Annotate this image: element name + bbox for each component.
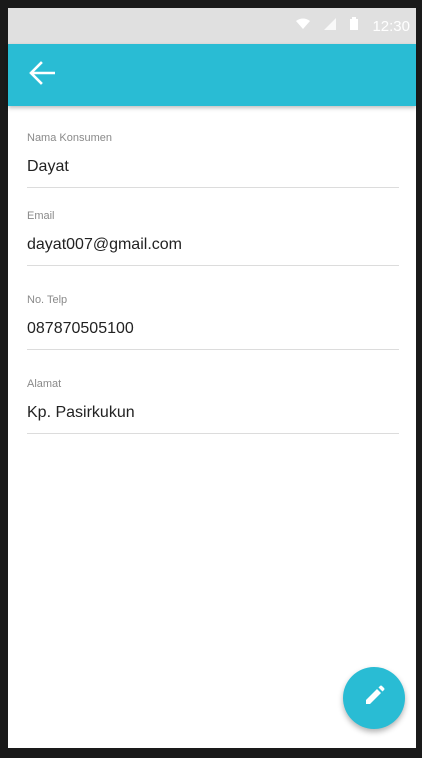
field-value[interactable]: Kp. Pasirkukun — [27, 403, 399, 433]
signal-icon — [324, 17, 337, 35]
device-frame-bottom — [0, 748, 422, 758]
device-frame-right — [416, 0, 422, 758]
field-label: Alamat — [27, 378, 62, 390]
field-value[interactable]: Dayat — [27, 157, 399, 187]
arrow-left-icon — [29, 60, 56, 90]
device-frame-top — [0, 0, 422, 8]
edit-pencil-icon — [363, 685, 385, 712]
edit-fab-button[interactable] — [343, 667, 405, 729]
field-nama-konsumen: Nama Konsumen Dayat — [27, 131, 399, 188]
field-label: Email — [27, 210, 55, 222]
field-no-telp: No. Telp 087870505100 — [27, 293, 399, 350]
back-button[interactable] — [24, 57, 60, 93]
battery-icon — [350, 17, 359, 35]
field-label: No. Telp — [27, 294, 68, 306]
field-value[interactable]: dayat007@gmail.com — [27, 235, 399, 265]
app-bar — [8, 44, 416, 106]
status-time: 12:30 — [372, 17, 410, 35]
device-frame-left — [0, 0, 8, 758]
field-alamat: Alamat Kp. Pasirkukun — [27, 377, 399, 434]
field-value[interactable]: 087870505100 — [27, 319, 399, 349]
field-label: Nama Konsumen — [27, 132, 112, 144]
status-bar: 12:30 — [8, 8, 416, 44]
field-email: Email dayat007@gmail.com — [27, 209, 399, 266]
status-icons: 12:30 — [296, 8, 410, 44]
wifi-icon — [296, 17, 311, 35]
device-screen: 12:30 Nama Konsumen Dayat Email dayat007… — [0, 0, 422, 758]
